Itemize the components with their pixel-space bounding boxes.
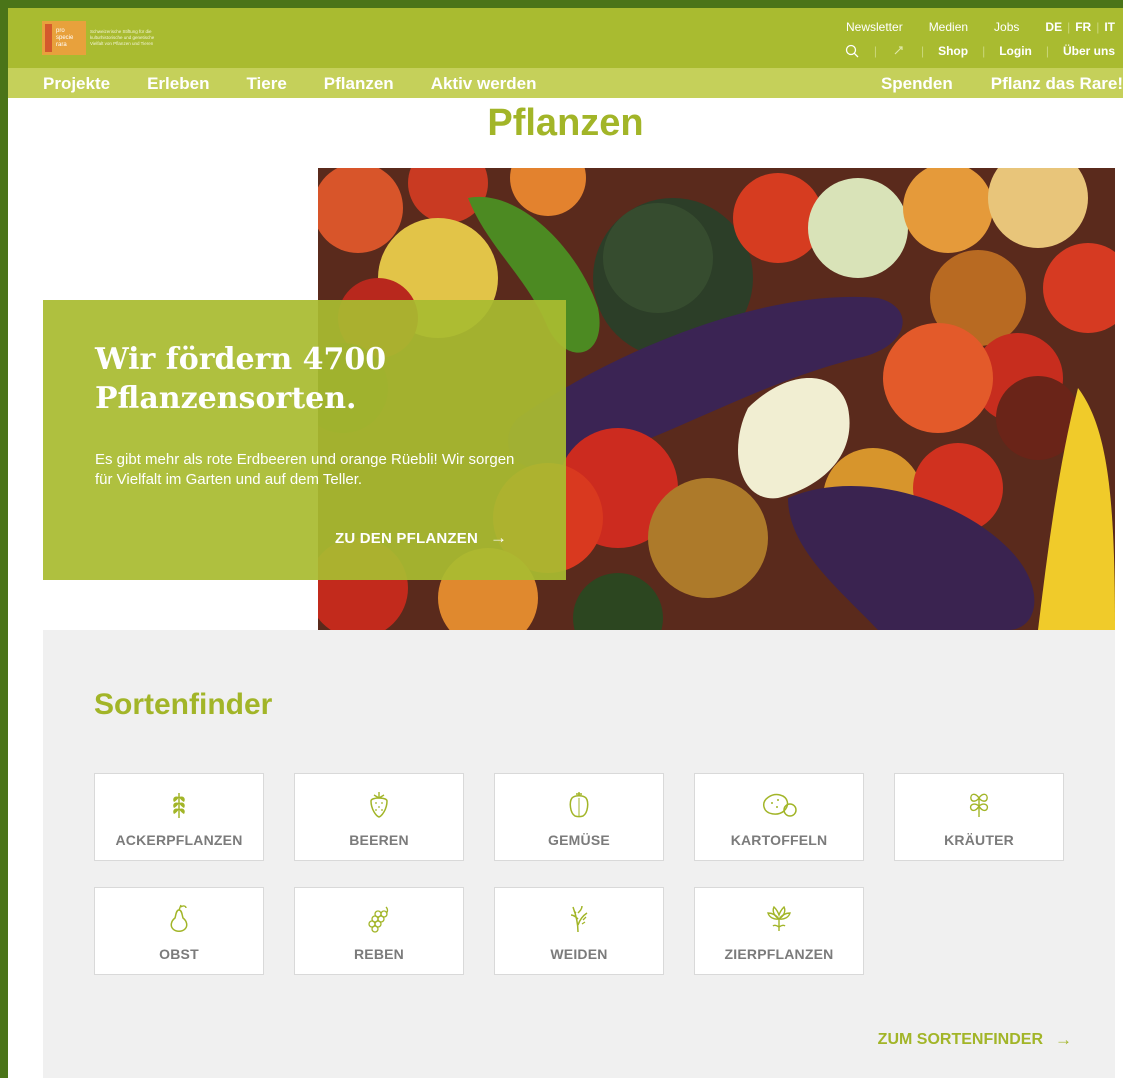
logo-line: specie (56, 34, 74, 41)
pepper-icon (566, 788, 592, 820)
tile-label: WEIDEN (550, 946, 608, 962)
utility-links: Newsletter Medien Jobs DE | FR | IT (820, 20, 1115, 34)
arrow-right-icon: → (1055, 1030, 1072, 1049)
lang-it[interactable]: IT (1104, 20, 1115, 34)
nav-item-aktiv-werden[interactable]: Aktiv werden (431, 74, 537, 94)
flower-icon (764, 902, 794, 934)
divider: | (920, 44, 925, 58)
tile-obst[interactable]: OBST (94, 887, 264, 975)
page-title: Pflanzen (487, 102, 644, 144)
lang-fr[interactable]: FR (1075, 20, 1091, 34)
arrow-right-icon: → (490, 528, 508, 547)
tile-reben[interactable]: REBEN (294, 887, 464, 975)
page: pro specie rara Schweizerische Stiftung … (8, 8, 1123, 1078)
tile-beeren[interactable]: BEEREN (294, 773, 464, 861)
nav-item-erleben[interactable]: Erleben (147, 74, 209, 94)
tile-weiden[interactable]: WEIDEN (494, 887, 664, 975)
lang-de[interactable]: DE (1045, 20, 1062, 34)
nav-item-tiere[interactable]: Tiere (246, 74, 286, 94)
strawberry-icon (366, 788, 392, 820)
logo-line: pro (56, 27, 65, 34)
herb-icon (964, 788, 994, 820)
divider: | (982, 44, 986, 58)
top-header: pro specie rara Schweizerische Stiftung … (8, 8, 1123, 68)
logo[interactable]: pro specie rara Schweizerische Stiftung … (42, 20, 170, 56)
tile-zierpflanzen[interactable]: ZIERPFLANZEN (694, 887, 864, 975)
grass-icon (566, 902, 592, 934)
nav-item-pflanzen[interactable]: Pflanzen (324, 74, 394, 94)
tile-label: BEEREN (349, 832, 409, 848)
divider: | (873, 44, 877, 58)
hero-box: Wir fördern 4700 Pflanzensorten. Es gibt… (43, 300, 566, 580)
tile-label: KARTOFFELN (730, 832, 828, 848)
pear-icon (166, 902, 192, 934)
tile-label: KRÄUTER (944, 832, 1014, 848)
grapes-icon (364, 902, 394, 934)
shop-link[interactable]: Shop (938, 44, 968, 58)
tile-gemuese[interactable]: GEMÜSE (494, 773, 664, 861)
cart-icon[interactable] (891, 43, 907, 59)
tile-label: REBEN (353, 946, 404, 962)
hero-heading: Wir fördern 4700 Pflanzensorten. (95, 342, 387, 416)
logo-line: rara (56, 41, 67, 48)
main-nav: Projekte Erleben Tiere Pflanzen Aktiv we… (8, 68, 1123, 98)
divider: | (1096, 20, 1100, 34)
ueber-uns-link[interactable]: Über uns (1063, 44, 1115, 58)
sortenfinder-section: Sortenfinder ACKERPFLANZEN BEEREN GEMÜSE… (43, 630, 1115, 1078)
utility-actions: | | Shop | Login | Über uns (844, 43, 1115, 59)
login-link[interactable]: Login (999, 44, 1032, 58)
tile-kartoffeln[interactable]: KARTOFFELN (694, 773, 864, 861)
nav-item-pflanz-das-rare[interactable]: Pflanz das Rare! (991, 74, 1123, 94)
jobs-link[interactable]: Jobs (994, 20, 1019, 34)
tile-label: ZIERPFLANZEN (724, 946, 834, 962)
cta-label: ZU DEN PFLANZEN (335, 529, 478, 547)
divider: | (1045, 44, 1049, 58)
nav-secondary: Spenden Pflanz das Rare! (843, 74, 1123, 94)
potato-icon (758, 788, 800, 820)
divider: | (1067, 20, 1071, 34)
nav-item-spenden[interactable]: Spenden (881, 74, 953, 94)
nav-primary: Projekte Erleben Tiere Pflanzen Aktiv we… (43, 74, 574, 94)
hero-text: Es gibt mehr als rote Erdbeeren und oran… (95, 451, 515, 488)
newsletter-link[interactable]: Newsletter (846, 20, 903, 34)
search-icon[interactable] (844, 43, 860, 59)
tile-label: ACKERPFLANZEN (115, 832, 243, 848)
tile-label: GEMÜSE (548, 832, 610, 848)
language-switcher: DE | FR | IT (1045, 20, 1115, 34)
wheat-icon (166, 788, 192, 820)
logo-mark: pro specie rara (42, 21, 86, 55)
tile-label: OBST (159, 946, 199, 962)
nav-item-projekte[interactable]: Projekte (43, 74, 110, 94)
zum-sortenfinder-link[interactable]: ZUM SORTENFINDER → (878, 1030, 1072, 1050)
zu-den-pflanzen-link[interactable]: ZU DEN PFLANZEN → (335, 528, 507, 548)
sortenfinder-title: Sortenfinder (94, 688, 273, 721)
logo-tagline: Schweizerische Stiftung für die kulturhi… (90, 29, 155, 46)
tile-kraeuter[interactable]: KRÄUTER (894, 773, 1064, 861)
medien-link[interactable]: Medien (929, 20, 968, 34)
tile-ackerpflanzen[interactable]: ACKERPFLANZEN (94, 773, 264, 861)
cta-label: ZUM SORTENFINDER (877, 1031, 1043, 1048)
